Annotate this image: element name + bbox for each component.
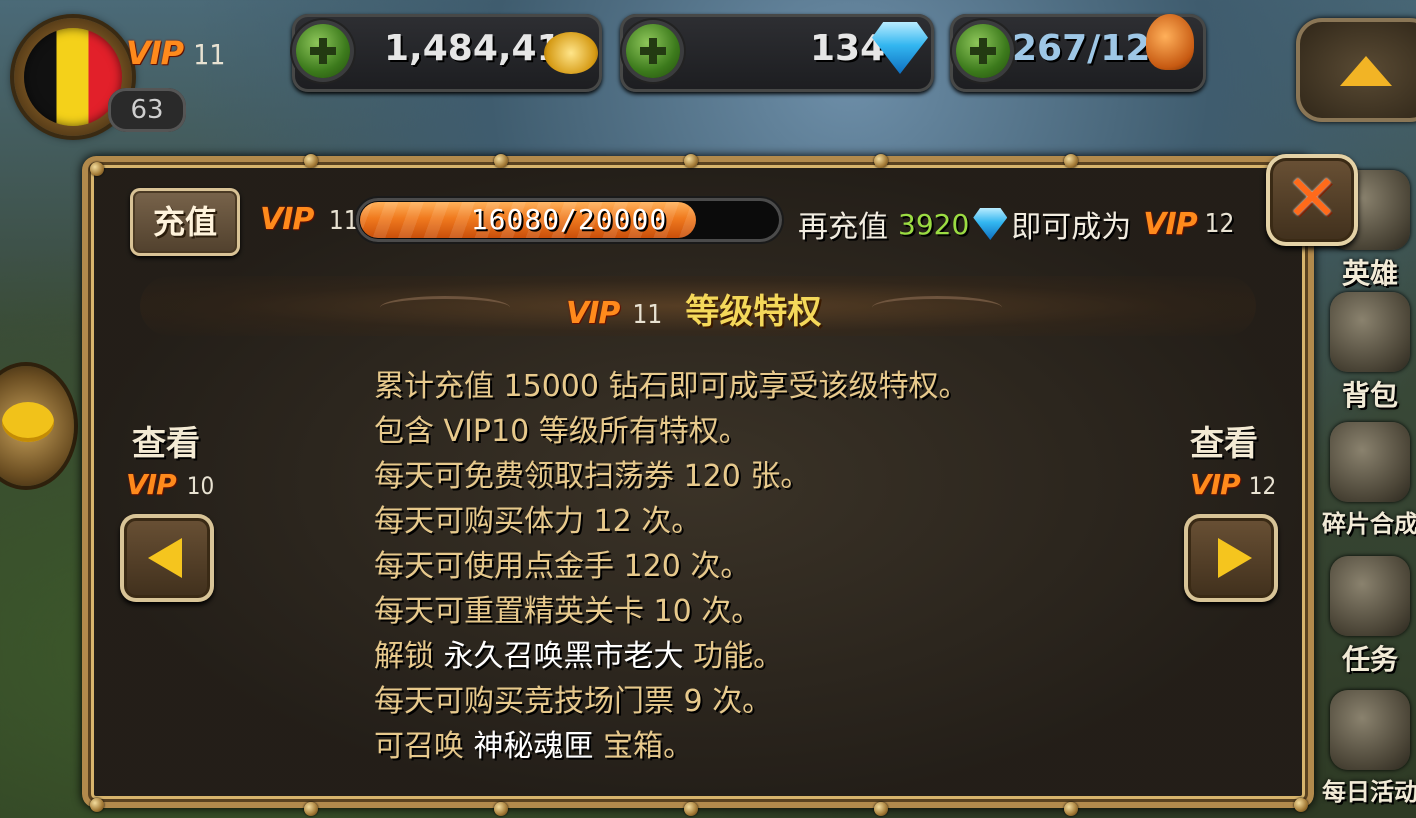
next-vip-label: VIP — [1143, 206, 1197, 242]
perk-text: 每天可重置精英关卡 10 次。 — [374, 594, 762, 629]
hud-vip-label: VIP — [126, 34, 184, 72]
recharge-hint: 再充值 3920 即可成为 VIP 12 — [798, 202, 1234, 246]
side-menu-daily[interactable]: 每日活动 — [1320, 690, 1416, 807]
scroll-icon — [1330, 556, 1410, 636]
perk-item: 包含 VIP10 等级所有特权。 — [374, 409, 1134, 454]
arrow-right-icon — [1218, 538, 1252, 578]
perk-item: 可召唤 神秘魂匣 宝箱。 — [374, 724, 1134, 769]
banner-title: 等级特权 — [685, 292, 822, 332]
recharge-hint-suffix: 即可成为 — [1011, 210, 1132, 245]
perk-item: 每天可购买体力 12 次。 — [374, 499, 1134, 544]
side-menu-label: 每日活动 — [1322, 778, 1416, 806]
side-menu-label: 碎片合成 — [1322, 510, 1416, 538]
perk-item: 每天可重置精英关卡 10 次。 — [374, 589, 1134, 634]
vip-progress-bar: 16080/20000 — [356, 198, 782, 242]
rivet — [684, 154, 698, 168]
perk-suffix: 宝箱。 — [593, 729, 694, 764]
side-menu-label: 任务 — [1341, 643, 1398, 676]
banner-vip-label: VIP — [566, 296, 620, 331]
perk-item: 每天可免费领取扫荡券 120 张。 — [374, 454, 1134, 499]
prev-view-label: 查看 — [132, 424, 200, 464]
collapse-menu-button[interactable] — [1296, 18, 1416, 122]
recharge-button[interactable]: 充值 — [130, 188, 240, 256]
rivet — [684, 802, 698, 816]
gift-icon — [1330, 690, 1410, 770]
banner-heading: VIP 11 等级特权 — [566, 284, 821, 333]
player-level: 63 — [108, 88, 186, 132]
current-vip-level: 11 — [328, 206, 359, 236]
add-diamond-button[interactable] — [626, 24, 680, 78]
next-view-label: 查看 — [1190, 424, 1258, 464]
side-menu-label: 背包 — [1341, 379, 1398, 412]
side-menu-fragments[interactable]: 碎片合成 — [1320, 422, 1416, 539]
rivet — [304, 802, 318, 816]
next-vip-level: 12 — [1204, 209, 1235, 239]
prev-vip: VIP 10 — [126, 468, 214, 501]
perk-text: 包含 VIP10 等级所有特权。 — [374, 414, 749, 449]
meat-icon — [1146, 14, 1194, 70]
rivet — [494, 802, 508, 816]
perk-text: 解锁 — [374, 639, 444, 674]
arrow-up-icon — [1340, 56, 1392, 86]
perk-item: 每天可购买竞技场门票 9 次。 — [374, 679, 1134, 724]
recharge-hint-prefix: 再充值 — [798, 210, 888, 245]
rivet — [90, 798, 104, 812]
prev-vip-label: VIP — [126, 468, 177, 501]
perk-text: 每天可购买竞技场门票 9 次。 — [374, 684, 773, 719]
add-gold-button[interactable] — [296, 24, 350, 78]
puzzle-icon — [1330, 422, 1410, 502]
banner-vip-level: 11 — [632, 300, 663, 330]
diamond-amount: 134 — [810, 28, 886, 69]
rivet — [304, 154, 318, 168]
close-icon: ✕ — [1285, 162, 1339, 236]
gold-coin-icon — [544, 32, 598, 74]
side-menu-backpack[interactable]: 背包 — [1320, 292, 1416, 414]
diamond-icon — [973, 208, 1008, 240]
hud-vip-level: 11 — [193, 38, 226, 71]
next-nav-vip-label: VIP — [1190, 468, 1241, 501]
rivet — [874, 802, 888, 816]
rivet — [874, 154, 888, 168]
rivet — [90, 162, 104, 176]
arrow-left-icon — [148, 538, 182, 578]
rivet — [1064, 802, 1078, 816]
add-stamina-button[interactable] — [956, 24, 1010, 78]
recharge-hint-amount: 3920 — [898, 207, 970, 241]
perk-item: 每天可使用点金手 120 次。 — [374, 544, 1134, 589]
rivet — [494, 154, 508, 168]
perk-list: 累计充值 15000 钻石即可成享受该级特权。 包含 VIP10 等级所有特权。每… — [374, 364, 1134, 769]
side-menu-quests[interactable]: 任务 — [1320, 556, 1416, 678]
chat-button[interactable] — [0, 366, 74, 486]
perk-suffix: 功能。 — [683, 639, 784, 674]
perk-item: 累计充值 15000 钻石即可成享受该级特权。 — [374, 364, 1134, 409]
perk-text: 每天可使用点金手 120 次。 — [374, 549, 751, 584]
perk-highlight: 神秘魂匣 — [473, 729, 594, 764]
next-nav-vip: VIP 12 — [1190, 468, 1276, 501]
next-nav-vip-level: 12 — [1248, 472, 1277, 500]
chat-bubble-icon — [2, 402, 54, 442]
current-vip-label: VIP — [260, 202, 314, 237]
close-button[interactable]: ✕ — [1266, 154, 1358, 246]
hud-vip: VIP 11 — [126, 34, 225, 72]
perk-text: 累计充值 15000 钻石即可成享受该级特权。 — [374, 369, 969, 404]
backpack-icon — [1330, 292, 1410, 372]
banner-ornament-left — [380, 296, 510, 319]
rivet — [1294, 798, 1308, 812]
perk-item: 解锁 永久召唤黑市老大 功能。 — [374, 634, 1134, 679]
banner-ornament-right — [872, 296, 1002, 319]
current-vip: VIP 11 — [260, 202, 359, 237]
vip-progress-text: 16080/20000 — [470, 203, 668, 236]
rivet — [1064, 154, 1078, 168]
prev-vip-level: 10 — [186, 472, 215, 500]
side-menu-label: 英雄 — [1341, 257, 1398, 290]
perk-text: 可召唤 — [374, 729, 474, 764]
prev-vip-button[interactable] — [120, 514, 214, 602]
perk-highlight: 永久召唤黑市老大 — [443, 639, 684, 674]
perk-text: 每天可购买体力 12 次。 — [374, 504, 702, 539]
next-vip-button[interactable] — [1184, 514, 1278, 602]
perk-text: 每天可免费领取扫荡券 120 张。 — [374, 459, 811, 494]
